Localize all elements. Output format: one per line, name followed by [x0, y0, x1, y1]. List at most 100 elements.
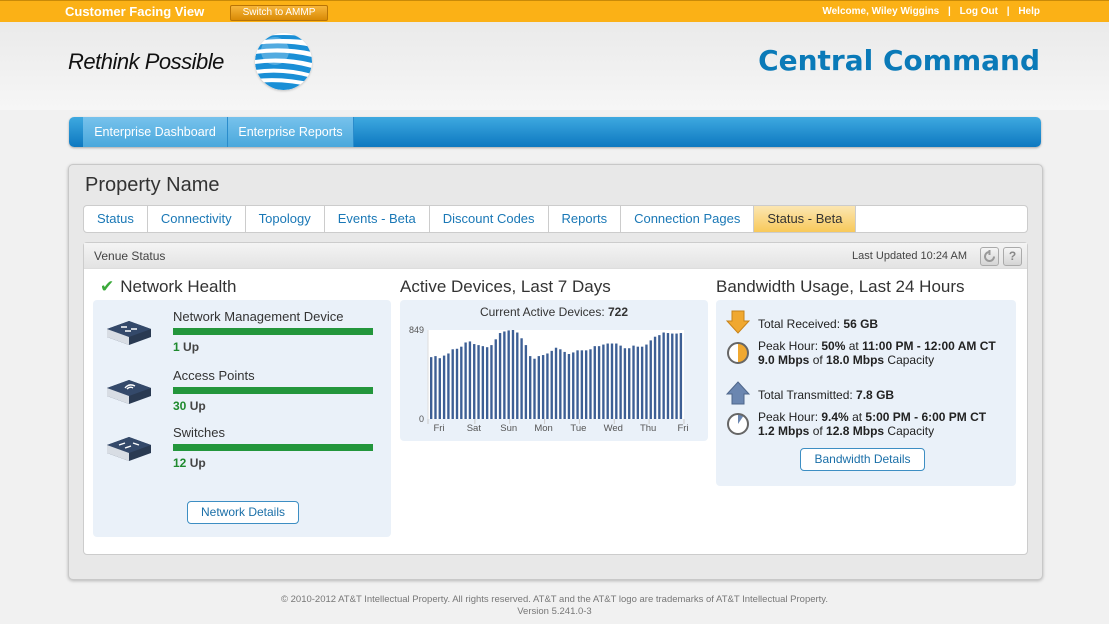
device-name: Network Management Device: [173, 309, 344, 324]
network-details-button[interactable]: Network Details: [187, 501, 299, 524]
chart-bar: [593, 346, 596, 419]
device-count: 12 Up: [173, 456, 206, 470]
chart-bar: [636, 346, 640, 419]
x-tick-label: Mon: [534, 423, 552, 434]
chart-bar: [494, 339, 497, 419]
copyright: © 2010-2012 AT&T Intellectual Property. …: [280, 594, 828, 605]
active-devices-panel: Current Active Devices: 722 0 849 Fri Sat Su…: [400, 300, 708, 441]
x-tick-label: Thu: [640, 423, 656, 434]
nav-enterprise-reports[interactable]: Enterprise Reports: [228, 117, 354, 147]
x-tick-label: Fri: [677, 423, 688, 434]
chart-bar: [490, 345, 493, 419]
chart-bar: [675, 333, 678, 419]
device-count: 30 Up: [173, 399, 206, 413]
gauge-fill: [738, 343, 748, 363]
upload-arrow-icon: [726, 381, 750, 405]
tab-events-beta[interactable]: Events - Beta: [325, 206, 430, 232]
separator: |: [1006, 6, 1010, 17]
chart-bar: [615, 343, 618, 419]
network-health-label: Network Health: [120, 277, 237, 296]
view-label: Customer Facing View: [65, 4, 205, 19]
help-icon[interactable]: ?: [1003, 247, 1022, 266]
chart-bar: [503, 331, 506, 419]
transmitted-peak-hour: Peak Hour: 9.4% at 5:00 PM - 6:00 PM CT …: [758, 410, 987, 438]
chart-bar: [576, 350, 579, 419]
chart-bar: [451, 349, 454, 419]
y-tick-label: 0: [419, 414, 424, 424]
chart-bar: [447, 353, 450, 419]
tab-connection-pages[interactable]: Connection Pages: [621, 206, 755, 232]
nav-enterprise-dashboard[interactable]: Enterprise Dashboard: [83, 117, 228, 147]
chart-bar: [485, 347, 489, 419]
network-health-title: ✔ Network Health: [100, 277, 236, 297]
property-tabs: Status Connectivity Topology Events - Be…: [83, 205, 1028, 233]
x-tick-label: Sat: [467, 423, 482, 434]
usage-gauge-icon: [727, 342, 749, 364]
device-switches: Switches 12 Up: [93, 425, 391, 485]
help-link[interactable]: Help: [1018, 6, 1040, 17]
main-nav: Enterprise Dashboard Enterprise Reports: [69, 117, 1041, 147]
tab-connectivity[interactable]: Connectivity: [148, 206, 246, 232]
chart-bar: [666, 333, 670, 419]
device-name: Access Points: [173, 368, 255, 383]
chart-bar: [632, 345, 635, 419]
chart-bar: [460, 346, 463, 419]
chart-bar: [537, 356, 540, 419]
chart-bar: [468, 341, 472, 419]
chart-bar: [589, 349, 592, 419]
chart-bar: [520, 338, 523, 419]
bandwidth-details-button[interactable]: Bandwidth Details: [800, 448, 925, 471]
chart-bar: [619, 345, 622, 419]
chart-bar: [533, 358, 536, 419]
chart-bar: [438, 358, 441, 419]
usage-gauge-icon: [727, 413, 749, 435]
venue-status-panel: Venue Status Last Updated 10:24 AM ? ✔ Ne…: [83, 242, 1028, 555]
chart-bar: [511, 330, 515, 419]
chart-bar: [442, 355, 446, 419]
chart-bar: [455, 348, 459, 419]
chart-bar: [546, 353, 549, 419]
device-name: Switches: [173, 425, 226, 440]
tab-topology[interactable]: Topology: [246, 206, 325, 232]
download-arrow-icon: [726, 310, 750, 334]
network-device-icon: [107, 321, 151, 345]
chart-bar: [541, 355, 545, 419]
logout-link[interactable]: Log Out: [960, 6, 998, 17]
last-updated: Last Updated 10:24 AM: [852, 250, 967, 262]
footer: © 2010-2012 AT&T Intellectual Property. …: [0, 594, 1109, 618]
property-name: Property Name: [85, 174, 220, 196]
top-bar: Customer Facing View Switch to AMMP Welc…: [0, 0, 1109, 22]
device-count: 1 Up: [173, 340, 200, 354]
property-card: Property Name Status Connectivity Topolo…: [68, 164, 1043, 580]
chart-bar: [550, 350, 553, 419]
chart-bar: [516, 332, 519, 419]
tagline: Rethink Possible: [68, 49, 224, 74]
refresh-icon[interactable]: [980, 247, 999, 266]
device-access-points: Access Points 30 Up: [93, 368, 391, 428]
welcome-text: Welcome, Wiley Wiggins: [822, 6, 940, 17]
venue-status-header: Venue Status Last Updated 10:24 AM ?: [84, 243, 1027, 269]
chart-bar: [610, 343, 614, 419]
version: Version 5.241.0-3: [517, 606, 592, 617]
switch-to-ammp-button[interactable]: Switch to AMMP: [230, 5, 328, 21]
chart-bar: [584, 350, 588, 419]
venue-status-title: Venue Status: [94, 249, 166, 263]
tab-discount-codes[interactable]: Discount Codes: [430, 206, 549, 232]
chart-bar: [434, 356, 437, 419]
chart-bar: [662, 332, 665, 419]
bandwidth-panel: Total Received: 56 GB Peak Hour: 50% at …: [716, 300, 1016, 486]
tab-status[interactable]: Status: [84, 206, 148, 232]
device-health-bar: [173, 328, 373, 335]
chart-bar: [628, 348, 631, 419]
device-health-bar: [173, 387, 373, 394]
total-received: Total Received: 56 GB: [758, 317, 879, 331]
total-transmitted: Total Transmitted: 7.8 GB: [758, 388, 895, 402]
tab-reports[interactable]: Reports: [549, 206, 622, 232]
chart-bar: [658, 335, 661, 419]
header: Rethink Possible Central Command: [0, 22, 1109, 110]
chart-bar: [498, 333, 502, 419]
tab-status-beta[interactable]: Status - Beta: [754, 206, 857, 232]
network-health-panel: Network Management Device 1 Up Access Po…: [93, 300, 391, 537]
chart-bar: [473, 344, 476, 419]
chart-bar: [679, 333, 683, 419]
